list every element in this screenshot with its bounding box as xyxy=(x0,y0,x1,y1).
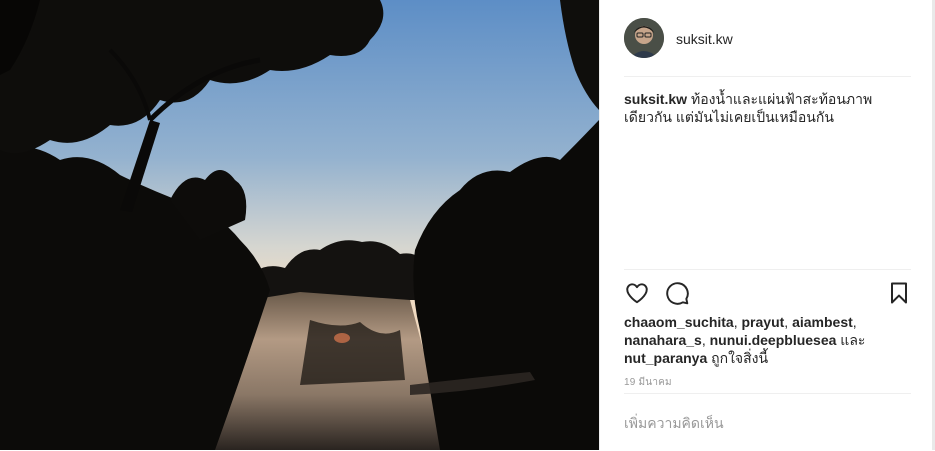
post-actions xyxy=(624,269,911,314)
likes-suffix: ถูกใจสิ่งนี้ xyxy=(707,350,769,366)
bookmark-icon[interactable] xyxy=(887,280,915,308)
post-caption: suksit.kw ท้องน้ำและแผ่นฟ้าสะท้อนภาพเดียว… xyxy=(624,90,914,126)
sunset-river-photo xyxy=(0,0,599,450)
avatar[interactable] xyxy=(624,18,664,58)
post-details-panel: suksit.kw suksit.kw ท้องน้ำและแผ่นฟ้าสะท้… xyxy=(599,0,935,450)
liker-link[interactable]: nanahara_s xyxy=(624,332,702,348)
post-date[interactable]: 19 มีนาคม xyxy=(624,375,672,390)
liker-link[interactable]: nut_paranya xyxy=(624,350,707,366)
liker-link[interactable]: aiambest xyxy=(792,314,853,330)
username-link[interactable]: suksit.kw xyxy=(676,31,733,47)
post-photo[interactable] xyxy=(0,0,599,450)
comment-input[interactable] xyxy=(624,411,911,435)
liker-link[interactable]: prayut xyxy=(742,314,785,330)
comment-bubble-icon[interactable] xyxy=(664,280,692,308)
comment-section xyxy=(624,393,911,451)
liker-link[interactable]: chaaom_suchita xyxy=(624,314,734,330)
post-header: suksit.kw xyxy=(624,18,911,77)
heart-icon[interactable] xyxy=(624,280,652,308)
profile-photo xyxy=(624,18,664,58)
caption-author[interactable]: suksit.kw xyxy=(624,91,687,107)
likes-summary: chaaom_suchita, prayut, aiambest, nanaha… xyxy=(624,314,866,366)
liker-link[interactable]: nunui.deepbluesea xyxy=(710,332,837,348)
